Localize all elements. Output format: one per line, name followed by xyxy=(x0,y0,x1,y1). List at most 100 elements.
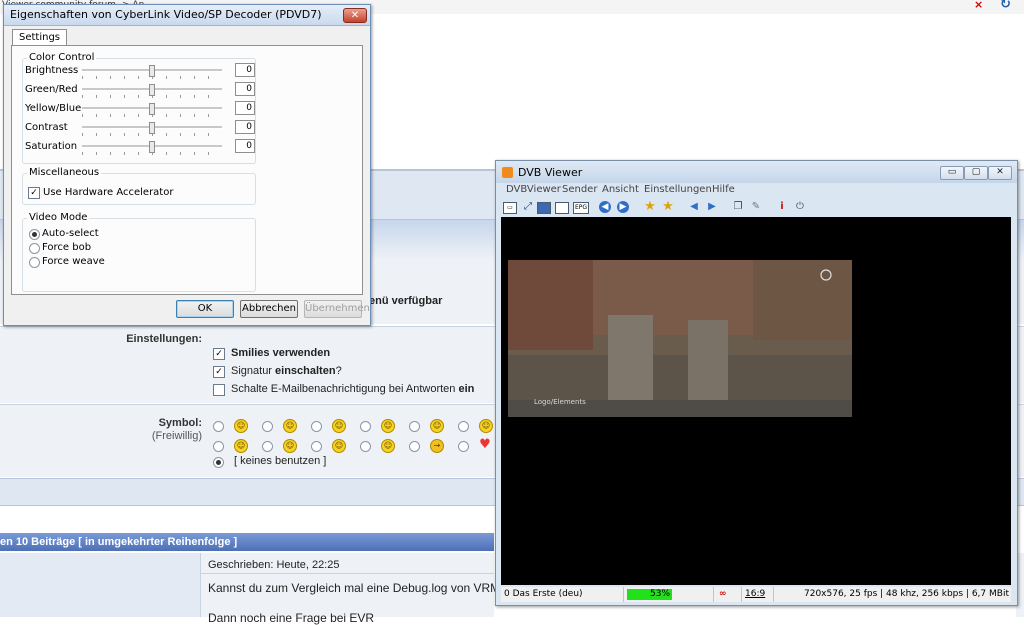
video-scene xyxy=(508,260,852,417)
dvb-app-icon xyxy=(502,167,513,178)
dialog-title-bar[interactable]: Eigenschaften von CyberLink Video/SP Dec… xyxy=(4,5,370,26)
cancel-button[interactable]: Abbrechen xyxy=(240,300,298,318)
smiley-icon[interactable]: ☺ xyxy=(234,439,248,453)
smiley-icon[interactable]: → xyxy=(430,439,444,453)
smiley-icon[interactable]: ☺ xyxy=(234,419,248,433)
video-mode-radio[interactable] xyxy=(29,229,40,240)
video-mode-label: Force bob xyxy=(42,242,92,253)
favorite-star-icon[interactable]: ★ xyxy=(643,200,657,214)
channel-name: 0 Das Erste (deu) xyxy=(504,589,583,599)
smiley-icon[interactable]: ☺ xyxy=(430,419,444,433)
smiley-icon[interactable]: ☺ xyxy=(479,419,493,433)
back-arrow-icon[interactable]: ◀ xyxy=(599,201,611,213)
slider-value-field[interactable]: 0 xyxy=(235,139,255,153)
dvb-title-bar[interactable]: DVB Viewer ▭ ▢ ✕ xyxy=(496,161,1017,183)
record-cell: ∞ xyxy=(713,587,742,602)
symbol-radio[interactable] xyxy=(213,441,224,452)
video-mode-radio[interactable] xyxy=(29,257,40,268)
dialog-close-icon[interactable]: ✕ xyxy=(343,8,367,23)
symbol-radio[interactable] xyxy=(409,421,420,432)
smilies-checkbox[interactable]: ✓ xyxy=(213,348,225,360)
hw-accel-label: Use Hardware Accelerator xyxy=(43,187,174,198)
fullscreen-icon[interactable]: ⤢ xyxy=(521,200,535,214)
osd-icon[interactable] xyxy=(555,202,569,214)
volume-down-icon[interactable]: ◀ xyxy=(687,200,701,214)
info-icon[interactable]: i xyxy=(775,200,789,214)
maximize-icon[interactable]: ▢ xyxy=(964,166,988,180)
video-mode-label: Auto-select xyxy=(42,228,99,239)
slider-thumb[interactable] xyxy=(149,65,155,77)
signal-cell: 53% xyxy=(623,587,714,602)
symbol-sublabel: (Freiwillig) xyxy=(151,430,202,442)
menu-dvbviewer[interactable]: DVBViewer xyxy=(506,184,561,195)
decoder-properties-dialog: Eigenschaften von CyberLink Video/SP Dec… xyxy=(3,4,371,326)
email-notify-checkbox[interactable] xyxy=(213,384,225,396)
slider-value-field[interactable]: 0 xyxy=(235,82,255,96)
video-frame: Logo/Elements xyxy=(508,260,852,417)
menu-hilfe[interactable]: Hilfe xyxy=(712,184,735,195)
tools-icon[interactable]: ✎ xyxy=(749,200,763,214)
no-symbol-radio[interactable] xyxy=(213,457,224,468)
smiley-icon[interactable]: ☺ xyxy=(283,439,297,453)
stream-info: 720x576, 25 fps | 48 khz, 256 kbps | 6,7… xyxy=(804,589,1009,599)
smiley-icon[interactable]: ☺ xyxy=(283,419,297,433)
signature-checkbox[interactable]: ✓ xyxy=(213,366,225,378)
video-caption: Logo/Elements xyxy=(534,398,586,406)
epg-icon[interactable]: EPG xyxy=(573,202,589,214)
menu-einstellungen[interactable]: Einstellungen xyxy=(644,184,712,195)
dvb-menubar: DVBViewer Sender Ansicht Einstellungen H… xyxy=(496,183,1017,197)
menu-ansicht[interactable]: Ansicht xyxy=(602,184,639,195)
symbol-radio[interactable] xyxy=(213,421,224,432)
power-icon[interactable]: ⏻ xyxy=(793,200,807,214)
symbol-radio[interactable] xyxy=(311,441,322,452)
copy-icon[interactable]: ❐ xyxy=(731,200,745,214)
video-mode-radio[interactable] xyxy=(29,243,40,254)
post-area: Geschrieben: Heute, 22:25 Kannst du zum … xyxy=(0,553,524,625)
post-timestamp: Geschrieben: Heute, 22:25 xyxy=(208,559,340,571)
symbol-radio[interactable] xyxy=(360,421,371,432)
window-close-icon[interactable]: ✕ xyxy=(988,166,1012,180)
slider-value-field[interactable]: 0 xyxy=(235,63,255,77)
tab-settings[interactable]: Settings xyxy=(12,29,68,46)
desktop-mode-icon[interactable] xyxy=(537,202,551,214)
slider-label-green-red: Green/Red xyxy=(25,84,78,95)
refresh-icon[interactable]: ↻ xyxy=(1000,0,1011,12)
symbol-radio[interactable] xyxy=(262,441,273,452)
slider-value-field[interactable]: 0 xyxy=(235,101,255,115)
symbol-radio[interactable] xyxy=(458,441,469,452)
ok-button[interactable]: OK xyxy=(176,300,234,318)
slider-thumb[interactable] xyxy=(149,103,155,115)
window-mode-icon[interactable]: ▭ xyxy=(503,202,517,214)
dvb-title: DVB Viewer xyxy=(518,166,583,179)
hw-accel-checkbox[interactable]: ✓ xyxy=(28,187,40,199)
slider-thumb[interactable] xyxy=(149,141,155,153)
miscellaneous-label: Miscellaneous xyxy=(27,167,102,178)
smiley-icon[interactable]: ♥ xyxy=(479,438,491,451)
smiley-icon[interactable]: ☺ xyxy=(332,439,346,453)
symbol-radio[interactable] xyxy=(262,421,273,432)
slider-thumb[interactable] xyxy=(149,84,155,96)
video-area[interactable]: Logo/Elements xyxy=(501,217,1011,585)
smiley-icon[interactable]: ☺ xyxy=(381,419,395,433)
post-divider xyxy=(200,573,494,574)
smiley-icon[interactable]: ☺ xyxy=(381,439,395,453)
aspect-ratio[interactable]: 16:9 xyxy=(745,587,765,602)
minimize-icon[interactable]: ▭ xyxy=(940,166,964,180)
apply-button[interactable]: Übernehmen xyxy=(304,300,370,318)
slider-value-field[interactable]: 0 xyxy=(235,120,255,134)
favorite-star-2-icon[interactable]: ★ xyxy=(661,200,675,214)
symbol-radio[interactable] xyxy=(409,441,420,452)
posts-header: en 10 Beiträge [ in umgekehrter Reihenfo… xyxy=(0,533,494,551)
record-icon[interactable]: ∞ xyxy=(719,587,727,602)
symbol-radio[interactable] xyxy=(458,421,469,432)
volume-up-icon[interactable]: ▶ xyxy=(705,200,719,214)
slider-thumb[interactable] xyxy=(149,122,155,134)
slider-label-contrast: Contrast xyxy=(25,122,68,133)
close-tab-icon[interactable]: × xyxy=(974,0,983,11)
stream-info-cell: 720x576, 25 fps | 48 khz, 256 kbps | 6,7… xyxy=(773,587,1012,602)
forward-arrow-icon[interactable]: ▶ xyxy=(617,201,629,213)
symbol-radio[interactable] xyxy=(360,441,371,452)
symbol-radio[interactable] xyxy=(311,421,322,432)
smiley-icon[interactable]: ☺ xyxy=(332,419,346,433)
menu-sender[interactable]: Sender xyxy=(562,184,597,195)
